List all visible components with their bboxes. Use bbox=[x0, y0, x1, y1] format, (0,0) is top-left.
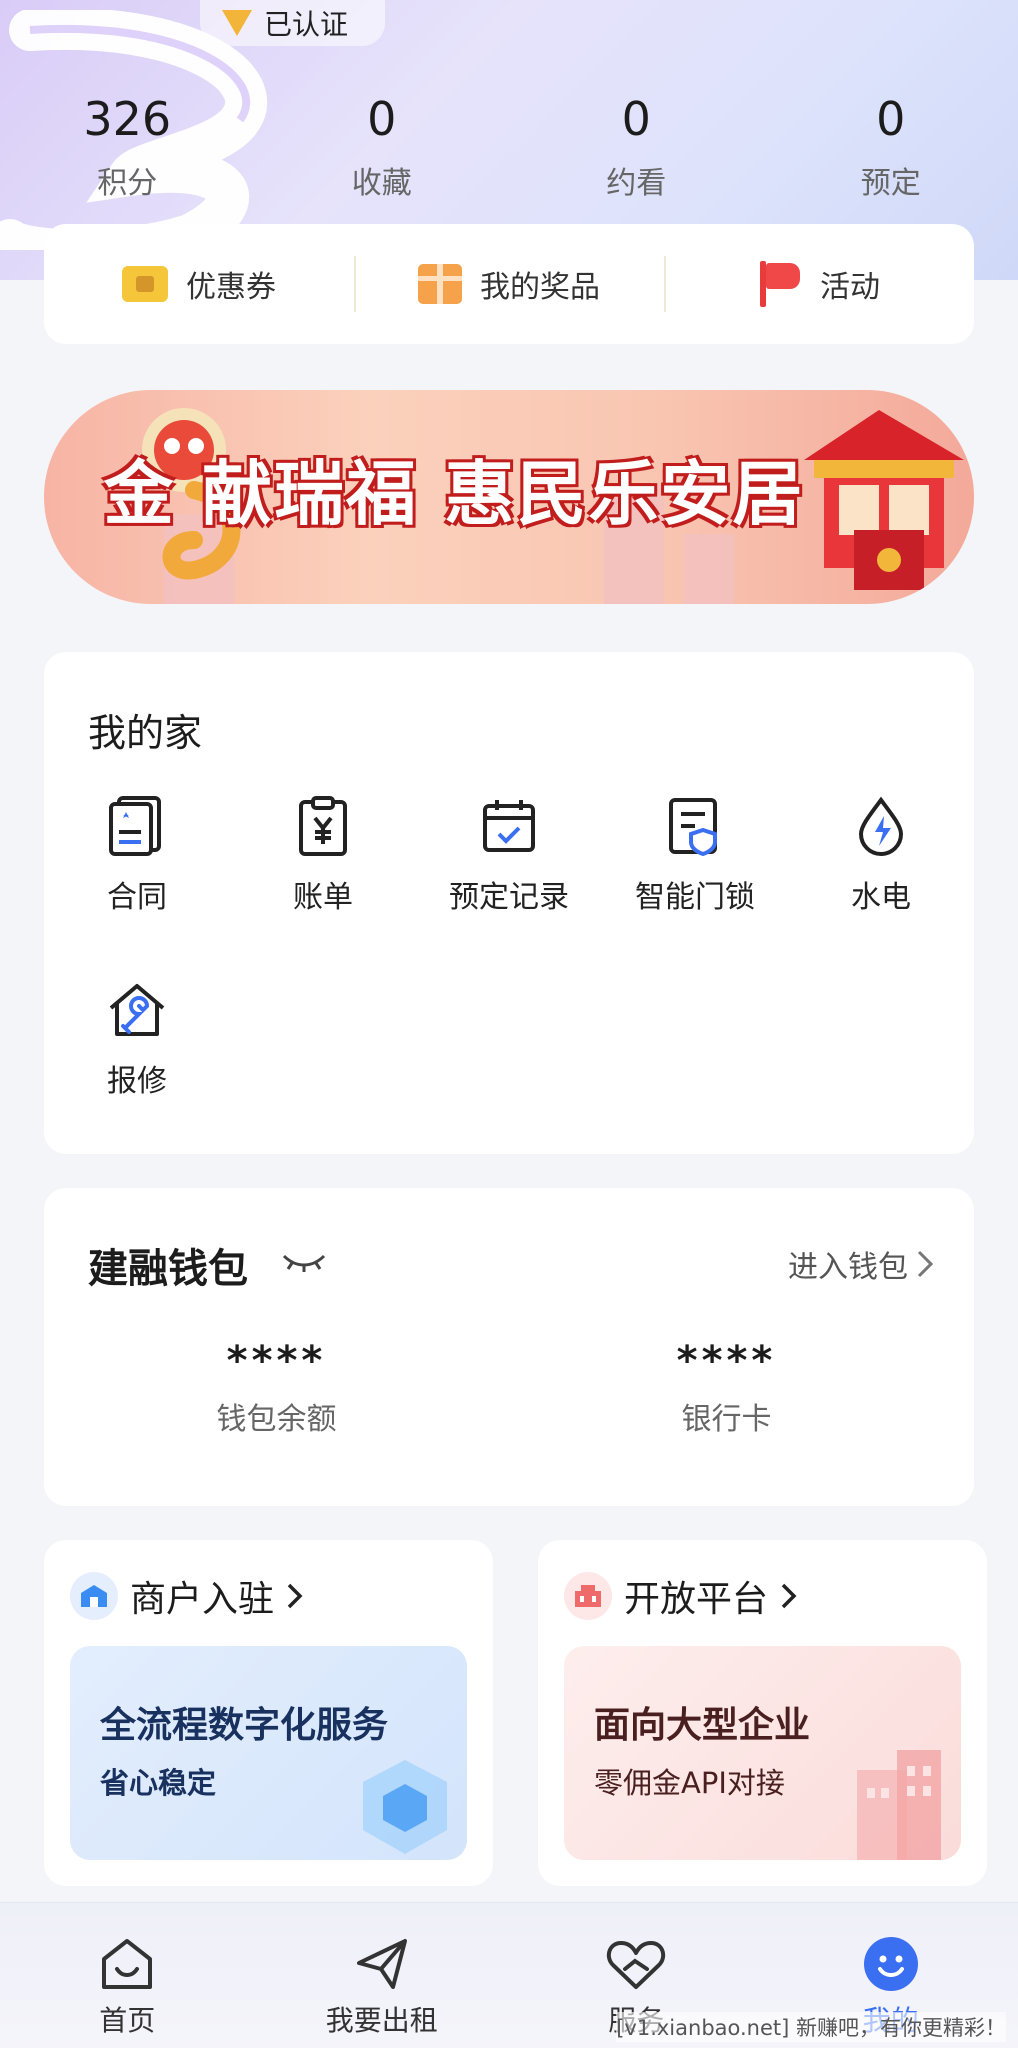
quick-link-label: 优惠券 bbox=[186, 270, 276, 305]
stat-points[interactable]: 326 积分 bbox=[0, 88, 255, 202]
wallet-bank-card-value: **** bbox=[676, 1338, 777, 1384]
stat-bookings[interactable]: 0 预定 bbox=[764, 88, 1018, 202]
verified-label: 已认证 bbox=[264, 8, 349, 41]
open-platform-card[interactable]: 开放平台 面向大型企业 零佣金API对接 bbox=[538, 1540, 987, 1886]
home-item-smart-lock[interactable]: 智能门锁 bbox=[602, 794, 788, 916]
repair-icon bbox=[109, 984, 165, 1036]
smile-icon bbox=[863, 1937, 918, 1991]
calendar-check-icon bbox=[483, 800, 535, 852]
water-electric-icon bbox=[858, 796, 904, 856]
tab-label: 首页 bbox=[99, 2004, 156, 2037]
my-home-card: 我的家 合同 账单 预定记录 智能门锁 水电 报修 bbox=[44, 652, 974, 1154]
tab-home[interactable]: 首页 bbox=[0, 1903, 255, 2048]
stat-viewings[interactable]: 0 约看 bbox=[509, 88, 764, 202]
heart-hand-icon bbox=[607, 1941, 666, 1989]
home-icon bbox=[102, 1939, 153, 1989]
chevron-right-icon bbox=[917, 1250, 934, 1278]
stat-value: 0 bbox=[367, 92, 397, 146]
watermark-text: [v1.xianbao.net] 新赚吧，有你更精彩！ bbox=[616, 2012, 1006, 2042]
platform-building-icon bbox=[564, 1572, 612, 1620]
chevron-right-icon bbox=[781, 1583, 797, 1609]
enter-wallet-label: 进入钱包 bbox=[788, 1250, 908, 1285]
merchant-store-icon bbox=[70, 1572, 118, 1620]
stat-label: 收藏 bbox=[351, 166, 412, 201]
verified-icon bbox=[222, 10, 252, 36]
quick-link-activities[interactable]: 活动 bbox=[664, 261, 974, 307]
office-building-icon bbox=[857, 1750, 941, 1860]
stat-value: 326 bbox=[83, 92, 172, 146]
merchant-sub: 省心稳定 bbox=[100, 1766, 217, 1800]
stat-label: 预定 bbox=[860, 166, 921, 201]
home-item-repair[interactable]: 报修 bbox=[44, 978, 230, 1100]
send-icon bbox=[356, 1939, 407, 1989]
home-item-contract[interactable]: 合同 bbox=[44, 794, 230, 916]
bottom-tab-bar: 首页 我要出租 服务 我的 [v1.xianbao.net] 新赚吧，有你更精彩… bbox=[0, 1902, 1018, 2048]
contract-icon bbox=[109, 796, 161, 856]
verified-badge[interactable]: 已认证 bbox=[200, 0, 385, 46]
wallet-balance[interactable]: **** 钱包余额 bbox=[44, 1338, 509, 1438]
red-envelope-house-icon bbox=[804, 410, 964, 590]
merchant-card[interactable]: 商户入驻 全流程数字化服务 省心稳定 bbox=[44, 1540, 493, 1886]
stat-favorites[interactable]: 0 收藏 bbox=[255, 88, 510, 202]
profile-stats: 326 积分 0 收藏 0 约看 0 预定 bbox=[0, 88, 1018, 202]
open-platform-headline: 面向大型企业 bbox=[594, 1705, 811, 1746]
gift-icon bbox=[418, 264, 462, 304]
merchant-promo[interactable]: 全流程数字化服务 省心稳定 bbox=[70, 1646, 467, 1860]
wallet-balance-label: 钱包余额 bbox=[216, 1402, 337, 1437]
bill-icon bbox=[299, 796, 347, 856]
quick-link-label: 活动 bbox=[820, 270, 880, 305]
coupon-icon bbox=[122, 266, 168, 302]
quick-links-bar: 优惠券 我的奖品 活动 bbox=[44, 224, 974, 344]
banner-headline: 金 献瑞福 惠民乐安居 bbox=[103, 453, 805, 535]
flag-icon bbox=[758, 261, 802, 307]
wallet-card: 建融钱包 进入钱包 **** 钱包余额 **** 银行卡 bbox=[44, 1188, 974, 1506]
cube-icon bbox=[363, 1760, 447, 1854]
my-home-title: 我的家 bbox=[88, 711, 203, 755]
open-platform-sub: 零佣金API对接 bbox=[594, 1766, 785, 1800]
quick-link-prizes[interactable]: 我的奖品 bbox=[354, 262, 664, 306]
merchant-headline: 全流程数字化服务 bbox=[100, 1705, 389, 1746]
chevron-right-icon bbox=[287, 1583, 303, 1609]
eye-closed-icon[interactable] bbox=[282, 1252, 326, 1272]
tab-rent-out[interactable]: 我要出租 bbox=[255, 1903, 510, 2048]
open-platform-header[interactable]: 开放平台 bbox=[564, 1570, 798, 1622]
wallet-title: 建融钱包 bbox=[88, 1246, 248, 1292]
home-item-label: 预定记录 bbox=[449, 880, 569, 915]
home-item-bill[interactable]: 账单 bbox=[230, 794, 416, 916]
home-item-utilities[interactable]: 水电 bbox=[788, 794, 974, 916]
tab-label: 我要出租 bbox=[325, 2004, 438, 2037]
open-platform-title: 开放平台 bbox=[624, 1579, 769, 1620]
home-item-label: 账单 bbox=[293, 880, 353, 915]
home-item-label: 智能门锁 bbox=[635, 880, 755, 915]
home-item-booking-records[interactable]: 预定记录 bbox=[416, 794, 602, 916]
merchant-header[interactable]: 商户入驻 bbox=[70, 1570, 304, 1622]
home-item-label: 合同 bbox=[107, 880, 167, 915]
stat-value: 0 bbox=[621, 92, 651, 146]
banner-building bbox=[684, 534, 734, 604]
wallet-balance-value: **** bbox=[226, 1338, 327, 1384]
quick-link-coupons[interactable]: 优惠券 bbox=[44, 262, 354, 306]
stat-label: 约看 bbox=[606, 166, 667, 201]
promo-banner[interactable]: 金 献瑞福 惠民乐安居 bbox=[44, 390, 974, 604]
quick-link-label: 我的奖品 bbox=[480, 270, 600, 305]
home-item-label: 水电 bbox=[851, 880, 911, 915]
wallet-bank-card[interactable]: **** 银行卡 bbox=[494, 1338, 959, 1438]
stat-value: 0 bbox=[876, 92, 906, 146]
merchant-title: 商户入驻 bbox=[130, 1579, 275, 1620]
smart-lock-icon bbox=[669, 798, 717, 857]
enter-wallet-link[interactable]: 进入钱包 bbox=[788, 1242, 934, 1286]
stat-label: 积分 bbox=[97, 166, 158, 201]
open-platform-promo[interactable]: 面向大型企业 零佣金API对接 bbox=[564, 1646, 961, 1860]
wallet-bank-card-label: 银行卡 bbox=[681, 1402, 772, 1437]
home-item-label: 报修 bbox=[107, 1064, 167, 1099]
